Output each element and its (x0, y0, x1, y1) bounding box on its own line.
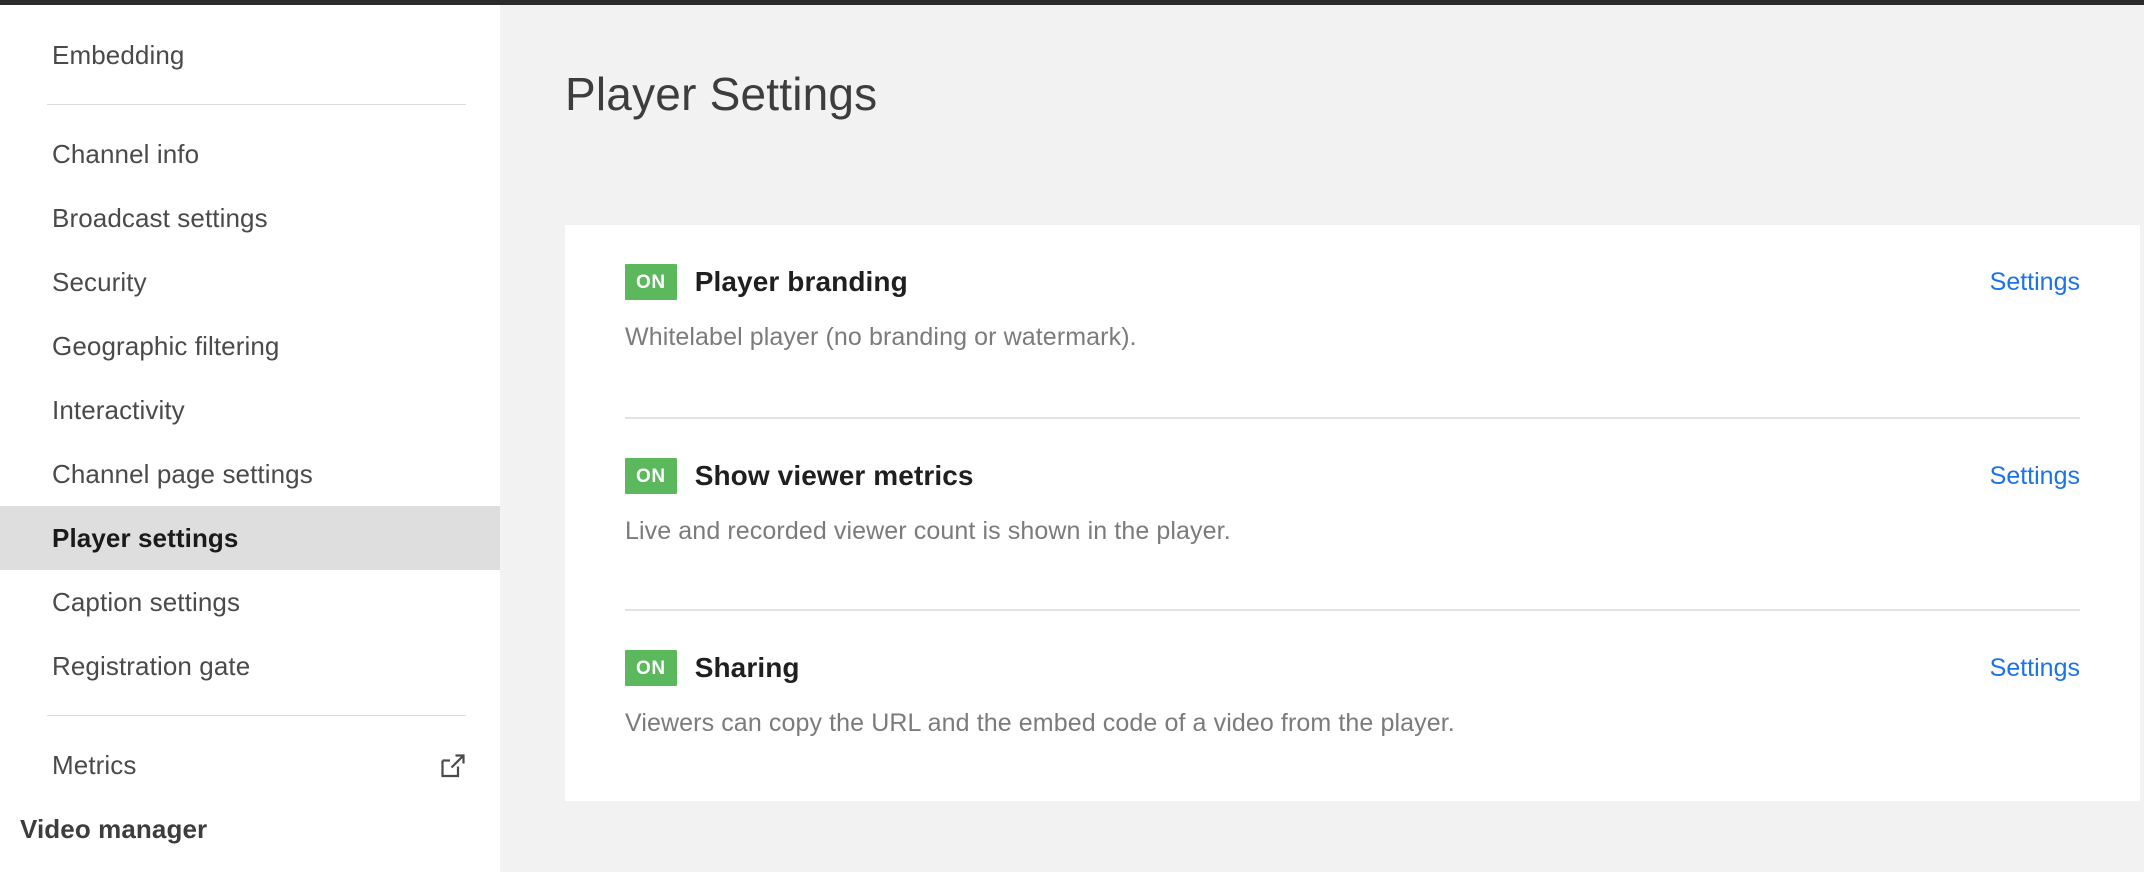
setting-description: Viewers can copy the URL and the embed c… (625, 709, 1455, 737)
sidebar-item-registration-gate[interactable]: Registration gate (0, 634, 500, 698)
sidebar-item-geographic-filtering[interactable]: Geographic filtering (0, 314, 500, 378)
external-link-icon (439, 752, 466, 779)
sidebar-item-label: Channel page settings (52, 458, 313, 489)
sidebar-item-label: Registration gate (52, 650, 251, 681)
sidebar-item-label: Metrics (52, 749, 137, 780)
setting-description: Whitelabel player (no branding or waterm… (625, 323, 1137, 351)
sidebar-divider-2 (47, 715, 466, 716)
setting-header: ON Player branding (625, 263, 2080, 301)
right-edge-strip (2140, 5, 2144, 872)
sidebar-item-label: Embedding (52, 39, 185, 70)
sidebar-item-security[interactable]: Security (0, 250, 500, 314)
sidebar-item-embedding[interactable]: Embedding (0, 23, 500, 87)
sidebar-item-channel-page-settings[interactable]: Channel page settings (0, 442, 500, 506)
setting-row-show-viewer-metrics: ON Show viewer metrics Live and recorded… (625, 417, 2080, 609)
setting-row-player-branding: ON Player branding Whitelabel player (no… (625, 225, 2080, 417)
sidebar-item-label: Broadcast settings (52, 202, 268, 233)
sidebar-item-video-manager[interactable]: Video manager (0, 797, 500, 861)
setting-title: Sharing (694, 652, 800, 683)
player-settings-card: ON Player branding Whitelabel player (no… (565, 225, 2140, 801)
setting-description: Live and recorded viewer count is shown … (625, 517, 1231, 545)
sidebar-item-player-settings[interactable]: Player settings (0, 506, 500, 570)
settings-link-sharing[interactable]: Settings (1990, 649, 2080, 687)
setting-header: ON Sharing (625, 649, 2080, 687)
sidebar-item-label: Interactivity (52, 394, 185, 425)
sidebar: Embedding Channel info Broadcast setting… (0, 5, 500, 872)
setting-title: Show viewer metrics (694, 460, 974, 491)
page-title: Player Settings (565, 68, 878, 120)
setting-row-sharing: ON Sharing Viewers can copy the URL and … (625, 609, 2080, 801)
setting-title: Player branding (694, 266, 908, 297)
sidebar-item-label: Player settings (52, 522, 239, 553)
sidebar-item-label: Video manager (20, 813, 208, 844)
sidebar-item-broadcast-settings[interactable]: Broadcast settings (0, 186, 500, 250)
sidebar-divider-1 (47, 104, 466, 105)
sidebar-item-metrics[interactable]: Metrics (0, 733, 500, 797)
setting-header: ON Show viewer metrics (625, 457, 2080, 495)
sidebar-item-label: Security (52, 266, 147, 297)
page-root: Embedding Channel info Broadcast setting… (0, 5, 2144, 872)
sidebar-item-caption-settings[interactable]: Caption settings (0, 570, 500, 634)
sidebar-item-channel-info[interactable]: Channel info (0, 122, 500, 186)
sidebar-item-interactivity[interactable]: Interactivity (0, 378, 500, 442)
sidebar-item-label: Channel info (52, 138, 200, 169)
status-badge: ON (625, 458, 677, 494)
settings-link-show-viewer-metrics[interactable]: Settings (1990, 457, 2080, 495)
settings-link-player-branding[interactable]: Settings (1990, 263, 2080, 301)
status-badge: ON (625, 650, 677, 686)
main-content: Player Settings ON Player branding White… (500, 5, 2144, 872)
status-badge: ON (625, 264, 677, 300)
sidebar-item-label: Caption settings (52, 586, 241, 617)
sidebar-item-label: Geographic filtering (52, 330, 280, 361)
